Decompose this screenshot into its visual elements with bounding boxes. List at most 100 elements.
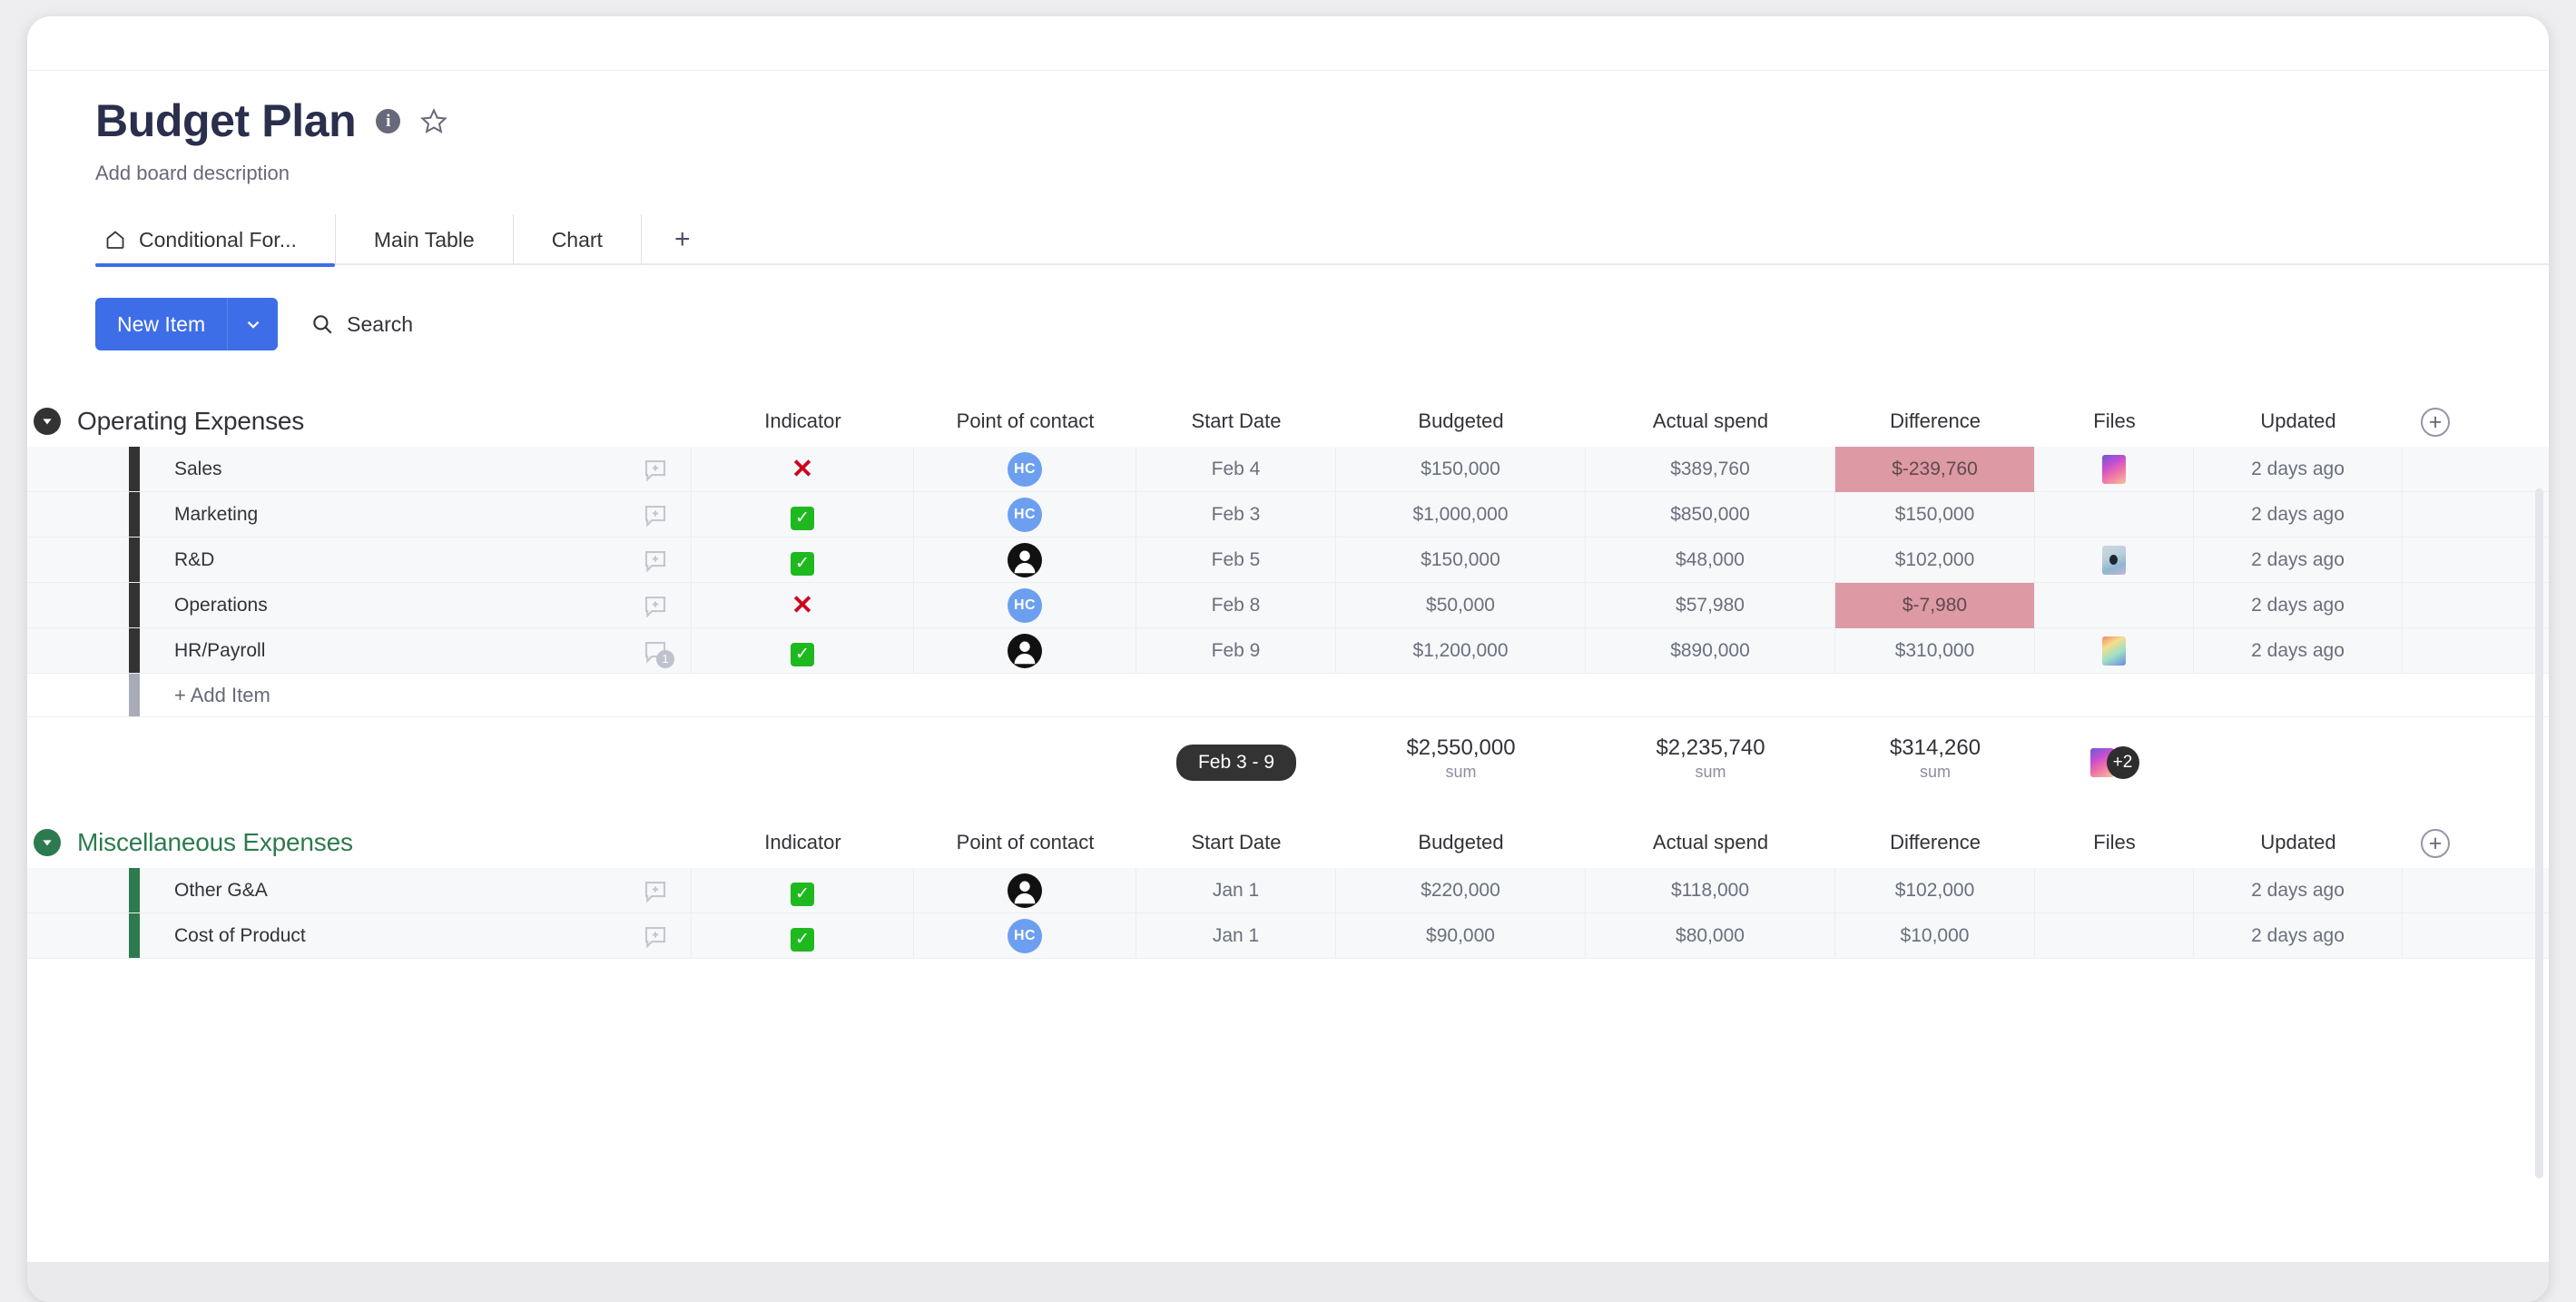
- cell-item-name[interactable]: Sales: [147, 447, 692, 492]
- extra-files-badge[interactable]: +2: [2106, 746, 2139, 779]
- cell-start-date[interactable]: Feb 4: [1136, 447, 1336, 492]
- cell-files[interactable]: [2035, 492, 2194, 538]
- cell-difference[interactable]: $310,000: [1835, 628, 2035, 674]
- cell-budgeted[interactable]: $1,200,000: [1336, 628, 1586, 674]
- avatar[interactable]: HC: [1008, 919, 1042, 953]
- table-row[interactable]: Cost of Product ✓ HC Jan 1 $90,000 $80,000 $10…: [27, 913, 2549, 959]
- cell-indicator[interactable]: ✕: [692, 447, 914, 492]
- file-thumbnail[interactable]: [2102, 455, 2126, 484]
- cell-point-of-contact[interactable]: HC: [914, 447, 1136, 492]
- cell-start-date[interactable]: Feb 3: [1136, 492, 1336, 538]
- column-header-updated[interactable]: Updated: [2194, 817, 2403, 868]
- avatar[interactable]: HC: [1008, 588, 1042, 623]
- search-button[interactable]: Search: [310, 312, 413, 337]
- tab-add-view-button[interactable]: +: [642, 214, 723, 265]
- column-header-contact[interactable]: Point of contact: [914, 396, 1136, 447]
- cell-indicator[interactable]: ✓: [692, 868, 914, 913]
- group-collapse-button[interactable]: [34, 829, 61, 856]
- cell-actual-spend[interactable]: $118,000: [1586, 868, 1835, 913]
- cell-indicator[interactable]: ✓: [692, 538, 914, 583]
- cell-item-name[interactable]: R&D: [147, 538, 692, 583]
- cell-item-name[interactable]: Marketing: [147, 492, 692, 538]
- file-thumbnail[interactable]: [2102, 546, 2126, 575]
- cell-difference[interactable]: $102,000: [1835, 538, 2035, 583]
- avatar[interactable]: [1008, 543, 1042, 577]
- cell-point-of-contact[interactable]: HC: [914, 583, 1136, 628]
- cell-updated[interactable]: 2 days ago: [2194, 583, 2403, 628]
- column-header-date[interactable]: Start Date: [1136, 396, 1336, 447]
- cell-actual-spend[interactable]: $48,000: [1586, 538, 1835, 583]
- cell-files[interactable]: [2035, 538, 2194, 583]
- cell-files[interactable]: [2035, 447, 2194, 492]
- cell-start-date[interactable]: Jan 1: [1136, 913, 1336, 959]
- column-header-indicator[interactable]: Indicator: [692, 396, 914, 447]
- info-icon[interactable]: i: [376, 108, 401, 133]
- table-row[interactable]: Other G&A ✓ Jan 1 $220,000 $118,000 $102,000 2…: [27, 868, 2549, 913]
- comment-icon[interactable]: [642, 547, 669, 574]
- table-row[interactable]: Operations ✕ HC Feb 8 $50,000 $57,980 $-7,980 2…: [27, 583, 2549, 628]
- cell-indicator[interactable]: ✕: [692, 583, 914, 628]
- cell-difference[interactable]: $150,000: [1835, 492, 2035, 538]
- tab-main-table[interactable]: Main Table: [336, 214, 514, 265]
- cell-point-of-contact[interactable]: [914, 868, 1136, 913]
- cell-indicator[interactable]: ✓: [692, 492, 914, 538]
- cell-point-of-contact[interactable]: HC: [914, 913, 1136, 959]
- add-column-button[interactable]: +: [2421, 829, 2450, 858]
- column-header-budgeted[interactable]: Budgeted: [1336, 817, 1586, 868]
- comment-icon[interactable]: [642, 456, 669, 483]
- cell-item-name[interactable]: Other G&A: [147, 868, 692, 913]
- cell-item-name[interactable]: HR/Payroll 1: [147, 628, 692, 674]
- cell-difference[interactable]: $102,000: [1835, 868, 2035, 913]
- avatar[interactable]: [1008, 634, 1042, 668]
- column-header-date[interactable]: Start Date: [1136, 817, 1336, 868]
- cell-indicator[interactable]: ✓: [692, 913, 914, 959]
- new-item-button[interactable]: New Item: [95, 298, 279, 350]
- cell-updated[interactable]: 2 days ago: [2194, 492, 2403, 538]
- column-header-files[interactable]: Files: [2035, 396, 2194, 447]
- cell-item-name[interactable]: Operations: [147, 583, 692, 628]
- cell-files[interactable]: [2035, 868, 2194, 913]
- comment-icon[interactable]: [642, 501, 669, 528]
- board-description[interactable]: Add board description: [95, 162, 2549, 185]
- group-collapse-button[interactable]: [34, 408, 61, 435]
- favorite-star-button[interactable]: [420, 107, 448, 134]
- column-header-actual[interactable]: Actual spend: [1586, 817, 1835, 868]
- column-header-difference[interactable]: Difference: [1835, 817, 2035, 868]
- cell-point-of-contact[interactable]: [914, 538, 1136, 583]
- cell-item-name[interactable]: Cost of Product: [147, 913, 692, 959]
- comment-icon[interactable]: [642, 922, 669, 950]
- cell-start-date[interactable]: Feb 8: [1136, 583, 1336, 628]
- column-header-files[interactable]: Files: [2035, 817, 2194, 868]
- table-row[interactable]: HR/Payroll 1 ✓ Feb 9 $1,200,000 $890,000 $310,…: [27, 628, 2549, 674]
- column-header-actual[interactable]: Actual spend: [1586, 396, 1835, 447]
- cell-difference[interactable]: $10,000: [1835, 913, 2035, 959]
- cell-budgeted[interactable]: $150,000: [1336, 538, 1586, 583]
- vertical-scrollbar[interactable]: [2535, 488, 2543, 1179]
- column-header-updated[interactable]: Updated: [2194, 396, 2403, 447]
- table-row[interactable]: Sales ✕ HC Feb 4 $150,000 $389,760 $-239,760 2 …: [27, 447, 2549, 492]
- new-item-dropdown-button[interactable]: [227, 298, 278, 350]
- cell-files[interactable]: [2035, 628, 2194, 674]
- tab-chart[interactable]: Chart: [514, 214, 642, 265]
- cell-start-date[interactable]: Feb 9: [1136, 628, 1336, 674]
- comment-icon[interactable]: [642, 592, 669, 619]
- cell-point-of-contact[interactable]: [914, 628, 1136, 674]
- table-row[interactable]: Marketing ✓ HC Feb 3 $1,000,000 $850,000 $150,…: [27, 492, 2549, 538]
- cell-budgeted[interactable]: $90,000: [1336, 913, 1586, 959]
- cell-updated[interactable]: 2 days ago: [2194, 913, 2403, 959]
- cell-budgeted[interactable]: $220,000: [1336, 868, 1586, 913]
- cell-start-date[interactable]: Jan 1: [1136, 868, 1336, 913]
- column-header-budgeted[interactable]: Budgeted: [1336, 396, 1586, 447]
- cell-start-date[interactable]: Feb 5: [1136, 538, 1336, 583]
- add-item-row[interactable]: + Add Item: [27, 674, 2549, 717]
- cell-updated[interactable]: 2 days ago: [2194, 868, 2403, 913]
- cell-actual-spend[interactable]: $850,000: [1586, 492, 1835, 538]
- group-title[interactable]: Miscellaneous Expenses: [77, 828, 353, 857]
- cell-difference[interactable]: $-7,980: [1835, 583, 2035, 628]
- tab-conditional-formatting[interactable]: Conditional For...: [95, 214, 336, 267]
- file-thumbnail[interactable]: [2102, 636, 2126, 666]
- cell-indicator[interactable]: ✓: [692, 628, 914, 674]
- cell-budgeted[interactable]: $50,000: [1336, 583, 1586, 628]
- cell-budgeted[interactable]: $150,000: [1336, 447, 1586, 492]
- avatar[interactable]: HC: [1008, 498, 1042, 532]
